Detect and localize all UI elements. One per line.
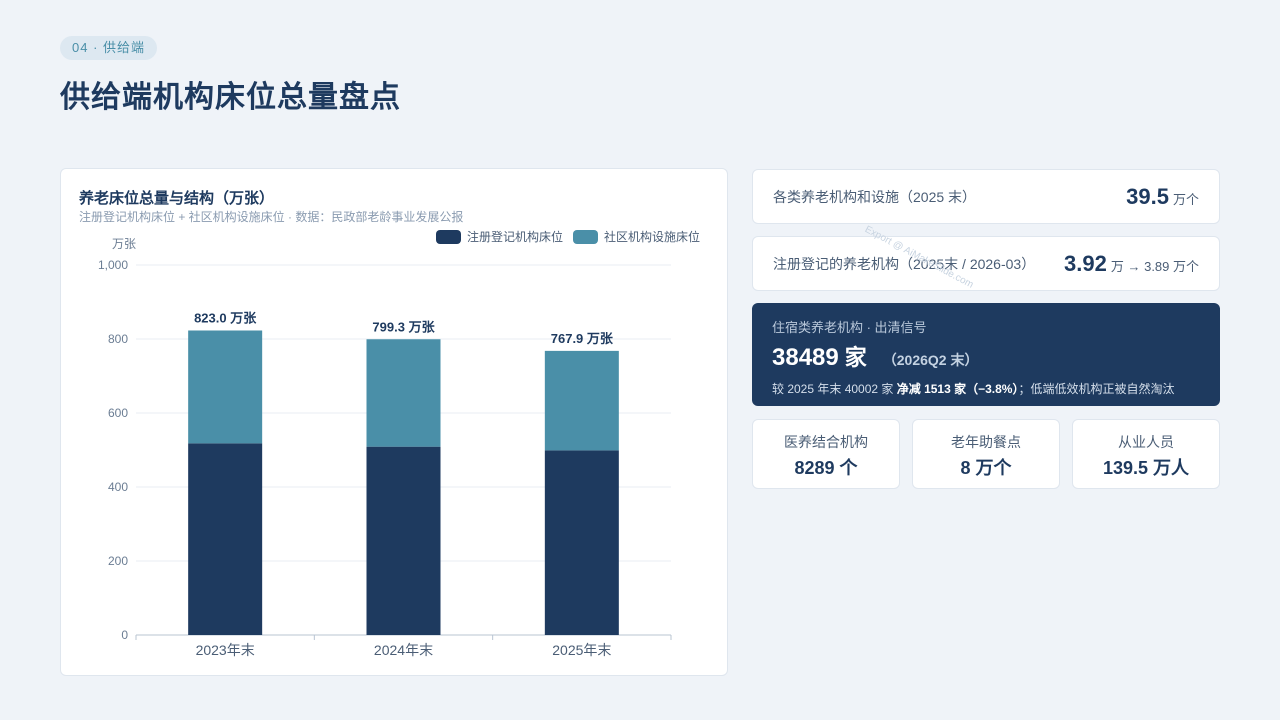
legend-item-registered[interactable]: 注册登记机构床位: [435, 228, 563, 245]
legend-swatch-community: [572, 229, 598, 244]
stat-label-facilities: 各类养老机构和设施（2025 末）: [773, 188, 977, 205]
stat-unit-registered: 万 → 3.89 万个: [1110, 258, 1199, 274]
stat-card-registered: 注册登记的养老机构（2025末 / 2026-03） 3.92 万 → 3.89…: [752, 236, 1220, 291]
y-axis-label: 万张: [112, 237, 136, 251]
stacked-bar-chart: 万张 0 200 400 600 800 1,000 823.0 万张 2023年末 799.3 …: [98, 237, 672, 658]
x-tick-label: 2025年末: [552, 642, 611, 658]
hero-label: 住宿类养老机构 · 出清信号: [772, 320, 927, 335]
chart-title: 养老床位总量与结构（万张）: [79, 190, 275, 207]
stat-label-registered: 注册登记的养老机构（2025末 / 2026-03）: [773, 255, 1036, 272]
stat-card-facilities: 各类养老机构和设施（2025 末） 39.5 万个: [752, 169, 1220, 224]
stat-value-facilities: 39.5 万个: [1126, 184, 1199, 210]
chart-legend: 注册登记机构床位 社区机构设施床位: [435, 228, 700, 245]
x-tick-label: 2023年末: [196, 642, 255, 658]
mini-value-staff: 139.5 万人: [1102, 458, 1190, 478]
legend-label-registered: 注册登记机构床位: [466, 230, 563, 244]
mini-card-medical: 医养结合机构 8289 个: [752, 419, 900, 489]
y-tick-label: 1,000: [98, 258, 128, 272]
stat-number-facilities: 39.5: [1126, 183, 1169, 209]
bar-registered: [544, 450, 619, 635]
hero-card: 住宿类养老机构 · 出清信号 38489 家 （2026Q2 末） 较 2025…: [752, 303, 1220, 406]
legend-swatch-registered: [435, 229, 461, 244]
hero-note: 较 2025 年末 40002 家 净减 1513 家（−3.8%）；低端低效机…: [772, 380, 1200, 397]
chart-subtitle: 注册登记机构床位 + 社区机构设施床位 · 数据：民政部老龄事业发展公报: [79, 210, 464, 224]
mini-label-staff: 从业人员: [1118, 434, 1174, 450]
bar-registered: [188, 443, 263, 635]
bar-total-label: 767.9 万张: [551, 331, 614, 346]
bar-community: [188, 330, 263, 444]
mini-card-meal: 老年助餐点 8 万个: [912, 419, 1060, 489]
bar-community: [366, 339, 441, 447]
y-tick-label: 200: [108, 554, 128, 568]
y-tick-label: 600: [108, 406, 128, 420]
bar-community: [544, 350, 619, 451]
hero-period: （2026Q2 末）: [882, 352, 979, 368]
page-title: 供给端机构床位总量盘点: [60, 81, 401, 114]
hero-number: 38489: [772, 344, 839, 371]
y-tick-label: 800: [108, 332, 128, 346]
hero-unit: 家: [844, 345, 867, 370]
stat-unit-facilities: 万个: [1172, 191, 1199, 207]
hero-note-suffix: ；低端低效机构正被自然淘汰: [1018, 382, 1175, 396]
stat-number-registered: 3.92: [1064, 250, 1107, 276]
hero-note-highlight: 净减 1513 家（−3.8%）: [896, 382, 1019, 396]
mini-value-meal: 8 万个: [960, 458, 1012, 478]
chart-card: 万张 0 200 400 600 800 1,000 823.0 万张 2023年末 799.3 …: [60, 168, 728, 676]
section-tag: 04 · 供给端: [60, 36, 158, 60]
bar-total-label: 823.0 万张: [194, 310, 257, 325]
legend-item-community[interactable]: 社区机构设施床位: [572, 228, 700, 245]
mini-value-medical: 8289 个: [794, 458, 858, 478]
bar-total-label: 799.3 万张: [372, 319, 435, 334]
hero-line: 38489 家 （2026Q2 末）: [772, 340, 1200, 372]
stat-value-registered: 3.92 万 → 3.89 万个: [1064, 251, 1199, 277]
hero-note-prefix: 较 2025 年末 40002 家: [772, 382, 894, 396]
mini-label-medical: 医养结合机构: [784, 434, 868, 450]
legend-label-community: 社区机构设施床位: [603, 230, 700, 244]
bar-registered: [366, 446, 441, 635]
y-tick-label: 0: [121, 628, 128, 642]
y-tick-label: 400: [108, 480, 128, 494]
mini-card-staff: 从业人员 139.5 万人: [1072, 419, 1220, 489]
mini-label-meal: 老年助餐点: [951, 434, 1021, 450]
x-tick-label: 2024年末: [374, 642, 433, 658]
